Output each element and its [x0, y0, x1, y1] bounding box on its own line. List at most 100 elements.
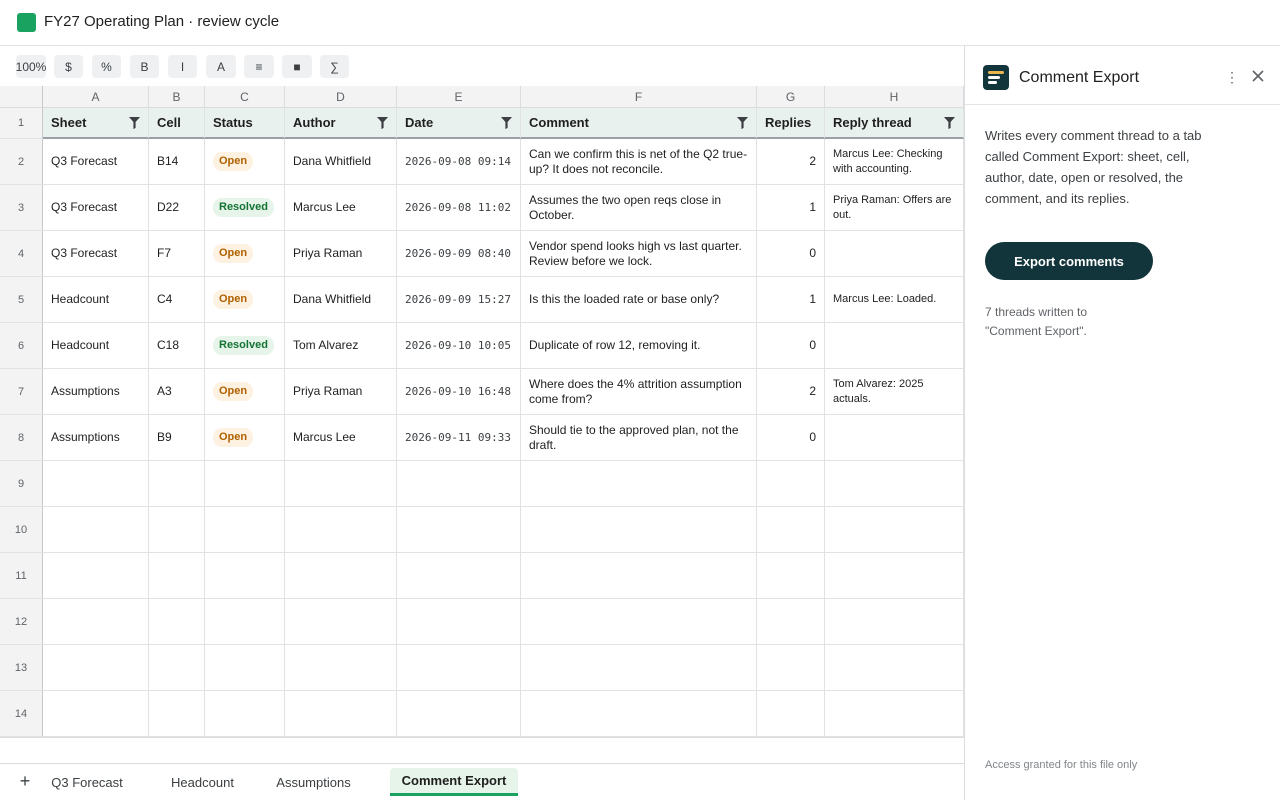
- filter-icon[interactable]: [501, 116, 512, 129]
- empty-cell[interactable]: [825, 599, 964, 645]
- text-color-button[interactable]: A: [206, 55, 236, 78]
- cell-thread[interactable]: [825, 231, 964, 277]
- close-icon[interactable]: [1251, 69, 1265, 83]
- cell-status[interactable]: Resolved: [205, 323, 285, 369]
- cell-cell[interactable]: B9: [149, 415, 205, 461]
- column-title-comment[interactable]: Comment: [521, 108, 757, 139]
- empty-cell[interactable]: [43, 691, 149, 737]
- cell-cell[interactable]: F7: [149, 231, 205, 277]
- cell-cell[interactable]: C4: [149, 277, 205, 323]
- empty-cell[interactable]: [149, 553, 205, 599]
- row-number[interactable]: 12: [0, 599, 43, 645]
- tab-headcount[interactable]: Headcount: [160, 768, 245, 796]
- cell-sheet[interactable]: Headcount: [43, 323, 149, 369]
- cell-comment[interactable]: Vendor spend looks high vs last quarter.…: [521, 231, 757, 277]
- cell-status[interactable]: Resolved: [205, 185, 285, 231]
- empty-cell[interactable]: [757, 691, 825, 737]
- tab-comment-export[interactable]: Comment Export: [390, 768, 518, 796]
- empty-cell[interactable]: [205, 691, 285, 737]
- row-number[interactable]: 9: [0, 461, 43, 507]
- row-number[interactable]: 8: [0, 415, 43, 461]
- cell-thread[interactable]: [825, 323, 964, 369]
- column-header-d[interactable]: D: [285, 86, 397, 108]
- empty-cell[interactable]: [757, 461, 825, 507]
- bold-button[interactable]: B: [130, 55, 159, 78]
- cell-cell[interactable]: D22: [149, 185, 205, 231]
- cell-sheet[interactable]: Headcount: [43, 277, 149, 323]
- row-number[interactable]: 10: [0, 507, 43, 553]
- document-title[interactable]: FY27 Operating Plan · review cycle: [44, 13, 279, 30]
- empty-cell[interactable]: [757, 553, 825, 599]
- empty-cell[interactable]: [757, 599, 825, 645]
- filter-icon[interactable]: [737, 116, 748, 129]
- functions-button[interactable]: ∑: [320, 55, 349, 78]
- empty-cell[interactable]: [397, 599, 521, 645]
- cell-comment[interactable]: Duplicate of row 12, removing it.: [521, 323, 757, 369]
- add-sheet-button[interactable]: +: [16, 771, 34, 791]
- cell-date[interactable]: 2026-09-08 11:02: [397, 185, 521, 231]
- cell-thread[interactable]: Priya Raman: Offers are out.: [825, 185, 964, 231]
- cell-replies[interactable]: 0: [757, 231, 825, 277]
- empty-cell[interactable]: [521, 599, 757, 645]
- row-number[interactable]: 6: [0, 323, 43, 369]
- cell-replies[interactable]: 1: [757, 277, 825, 323]
- cell-date[interactable]: 2026-09-10 10:05: [397, 323, 521, 369]
- row-number[interactable]: 3: [0, 185, 43, 231]
- cell-cell[interactable]: A3: [149, 369, 205, 415]
- empty-cell[interactable]: [205, 507, 285, 553]
- cell-author[interactable]: Tom Alvarez: [285, 323, 397, 369]
- empty-cell[interactable]: [285, 461, 397, 507]
- empty-cell[interactable]: [397, 507, 521, 553]
- empty-cell[interactable]: [205, 645, 285, 691]
- empty-cell[interactable]: [285, 645, 397, 691]
- cell-status[interactable]: Open: [205, 415, 285, 461]
- cell-replies[interactable]: 2: [757, 139, 825, 185]
- empty-cell[interactable]: [149, 599, 205, 645]
- cell-author[interactable]: Priya Raman: [285, 231, 397, 277]
- empty-cell[interactable]: [825, 507, 964, 553]
- empty-cell[interactable]: [149, 461, 205, 507]
- cell-sheet[interactable]: Q3 Forecast: [43, 185, 149, 231]
- column-header-h[interactable]: H: [825, 86, 964, 108]
- empty-cell[interactable]: [285, 553, 397, 599]
- tab-q3-forecast[interactable]: Q3 Forecast: [40, 768, 134, 796]
- cell-thread[interactable]: [825, 415, 964, 461]
- column-header-a[interactable]: A: [43, 86, 149, 108]
- cell-author[interactable]: Marcus Lee: [285, 415, 397, 461]
- empty-cell[interactable]: [825, 461, 964, 507]
- select-all-corner[interactable]: [0, 86, 43, 108]
- empty-cell[interactable]: [397, 645, 521, 691]
- empty-cell[interactable]: [521, 553, 757, 599]
- more-options-icon[interactable]: ⋮: [1225, 68, 1239, 86]
- row-number[interactable]: 11: [0, 553, 43, 599]
- column-title-author[interactable]: Author: [285, 108, 397, 139]
- empty-cell[interactable]: [521, 461, 757, 507]
- cell-comment[interactable]: Should tie to the approved plan, not the…: [521, 415, 757, 461]
- cell-thread[interactable]: Marcus Lee: Checking with accounting.: [825, 139, 964, 185]
- empty-cell[interactable]: [149, 691, 205, 737]
- cell-date[interactable]: 2026-09-09 15:27: [397, 277, 521, 323]
- empty-cell[interactable]: [521, 507, 757, 553]
- cell-comment[interactable]: Can we confirm this is net of the Q2 tru…: [521, 139, 757, 185]
- cell-author[interactable]: Dana Whitfield: [285, 277, 397, 323]
- cell-thread[interactable]: Tom Alvarez: 2025 actuals.: [825, 369, 964, 415]
- cell-replies[interactable]: 0: [757, 415, 825, 461]
- column-title-sheet[interactable]: Sheet: [43, 108, 149, 139]
- cell-replies[interactable]: 1: [757, 185, 825, 231]
- percent-format-button[interactable]: %: [92, 55, 121, 78]
- empty-cell[interactable]: [205, 599, 285, 645]
- cell-date[interactable]: 2026-09-09 08:40: [397, 231, 521, 277]
- cell-comment[interactable]: Is this the loaded rate or base only?: [521, 277, 757, 323]
- row-number[interactable]: 4: [0, 231, 43, 277]
- cell-date[interactable]: 2026-09-10 16:48: [397, 369, 521, 415]
- row-number[interactable]: 7: [0, 369, 43, 415]
- cell-sheet[interactable]: Q3 Forecast: [43, 139, 149, 185]
- empty-cell[interactable]: [397, 691, 521, 737]
- row-number[interactable]: 1: [0, 108, 43, 139]
- cell-replies[interactable]: 2: [757, 369, 825, 415]
- cell-sheet[interactable]: Assumptions: [43, 415, 149, 461]
- cell-date[interactable]: 2026-09-11 09:33: [397, 415, 521, 461]
- empty-cell[interactable]: [43, 599, 149, 645]
- fill-color-button[interactable]: ■: [282, 55, 312, 78]
- empty-cell[interactable]: [205, 553, 285, 599]
